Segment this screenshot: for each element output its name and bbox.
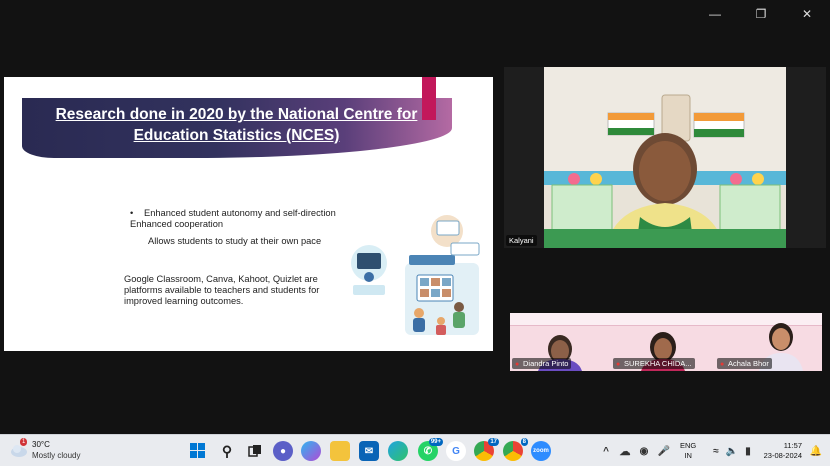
system-clock[interactable]: 11:57 23-08-2024 [758, 441, 802, 461]
close-button[interactable]: ✕ [784, 0, 830, 28]
network-icon[interactable]: ◉ [634, 441, 654, 461]
copilot-icon[interactable] [301, 441, 321, 461]
weather-temperature: 30°C [32, 440, 50, 449]
mic-muted-icon: ● [720, 361, 725, 368]
windows-start-icon[interactable] [188, 441, 208, 461]
chat-icon[interactable]: ● [273, 441, 293, 461]
chrome-profile-icon[interactable]: 8 [503, 438, 528, 461]
window-controls: — ❐ ✕ [692, 0, 830, 28]
windows-taskbar: 1 30°C Mostly cloudy ⚲ ● ✉ ✆ 99+ G 17 8 z… [0, 434, 830, 466]
participant-tile[interactable]: ● Diandra Pinto [510, 313, 611, 371]
chrome-icon[interactable]: 17 [474, 438, 499, 461]
mic-muted-icon: ● [515, 361, 520, 368]
google-icon[interactable]: G [446, 441, 466, 461]
weather-condition: Mostly cloudy [32, 451, 81, 460]
show-hidden-icons[interactable]: ^ [596, 441, 616, 461]
zoom-icon[interactable]: zoom [531, 441, 551, 461]
notifications-icon[interactable]: 🔔 [806, 441, 826, 461]
clock-time: 11:57 [783, 441, 802, 450]
language-indicator[interactable]: ENG IN [680, 441, 696, 461]
whatsapp-badge: 99+ [428, 438, 443, 446]
slide-bullet-2: Enhanced cooperation [130, 219, 224, 229]
whatsapp-icon[interactable]: ✆ 99+ [418, 438, 443, 461]
file-explorer-icon[interactable] [330, 441, 350, 461]
shared-slide: Research done in 2020 by the National Ce… [4, 77, 493, 351]
chrome-badge: 17 [488, 438, 499, 446]
slide-bullet-1: • Enhanced student autonomy and self-dire… [130, 208, 336, 218]
speaker-camera-frame [544, 67, 786, 248]
participant-name: ● Diandra Pinto [512, 358, 572, 369]
minimize-button[interactable]: — [692, 0, 738, 28]
clock-date: 23-08-2024 [763, 451, 802, 460]
search-icon[interactable]: ⚲ [217, 441, 237, 461]
battery-icon[interactable]: ▮ [738, 441, 758, 461]
mic-muted-icon: ● [616, 361, 621, 368]
onedrive-icon[interactable]: ☁ [615, 441, 635, 461]
participant-tile[interactable]: ● SUREKHA CHIDA... [611, 313, 715, 371]
participant-name: ● SUREKHA CHIDA... [613, 358, 695, 369]
mail-icon[interactable]: ✉ [359, 441, 379, 461]
microphone-icon[interactable]: 🎤 [654, 441, 674, 461]
slide-bullet-3: Allows students to study at their own pa… [148, 236, 322, 246]
slide-paragraph: Google Classroom, Canva, Kahoot, Quizlet… [124, 274, 320, 306]
participant-name-kalyani: Kalyani [506, 235, 537, 246]
blended-learning-illustration [351, 215, 480, 335]
task-view-icon[interactable] [245, 441, 265, 461]
edge-icon[interactable] [388, 441, 408, 461]
restore-button[interactable]: ❐ [738, 0, 784, 28]
slide-title: Research done in 2020 by the National Ce… [55, 106, 418, 144]
chrome-profile-badge: 8 [520, 438, 528, 446]
speaker-video-frame [544, 67, 786, 248]
participant-name: ● Achala Bhor [717, 358, 772, 369]
language-code: ENG [680, 441, 697, 450]
participant-tile[interactable]: ● Achala Bhor [715, 313, 822, 371]
region-code: IN [684, 451, 692, 460]
main-speaker-video[interactable]: Kalyani [504, 67, 826, 248]
